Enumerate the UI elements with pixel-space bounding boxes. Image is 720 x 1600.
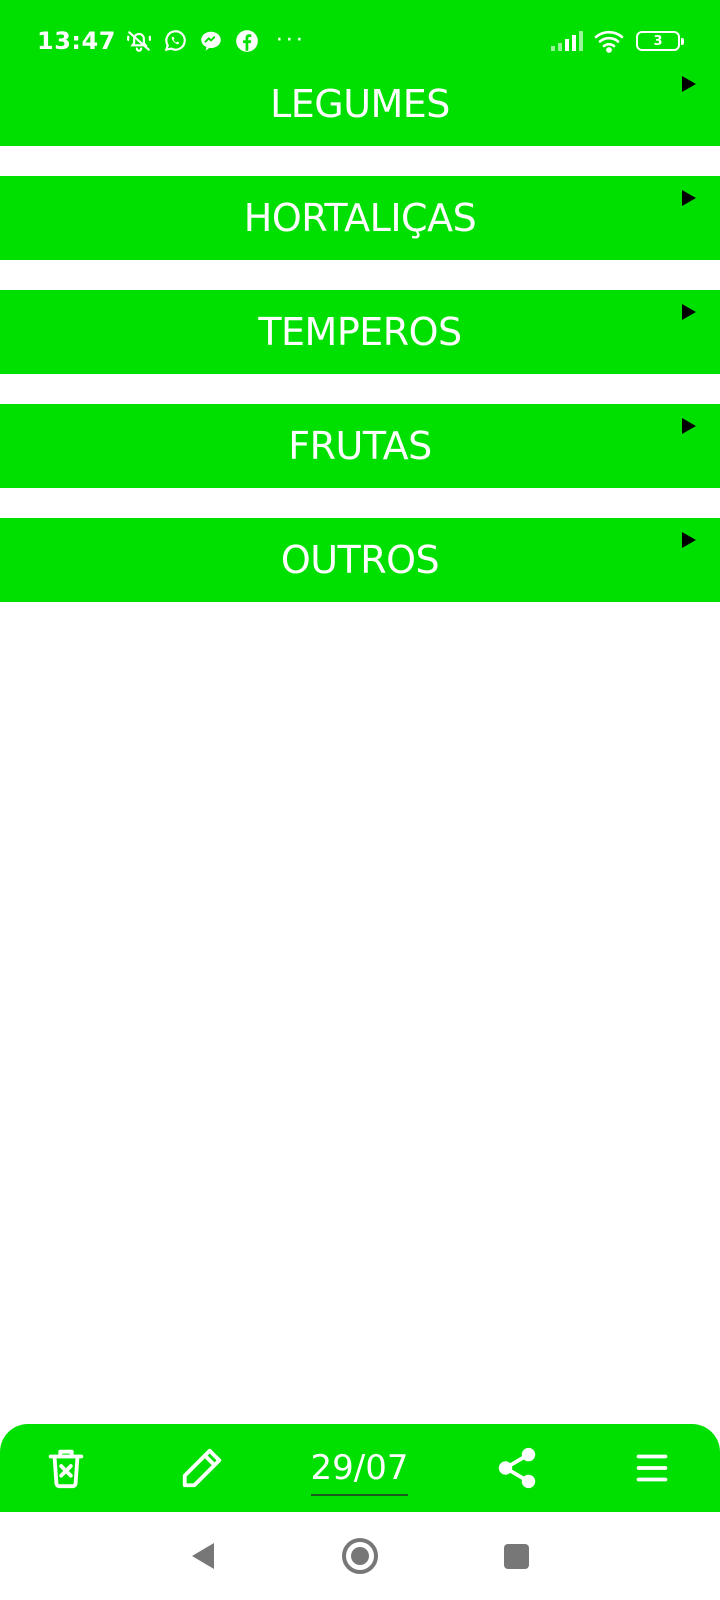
- battery-level: 3: [653, 33, 663, 49]
- trash-icon: [43, 1445, 89, 1491]
- pencil-icon: [179, 1445, 225, 1491]
- category-label: LEGUMES: [270, 82, 450, 126]
- expand-arrow-icon: [682, 190, 696, 206]
- category-label: FRUTAS: [288, 424, 432, 468]
- messenger-icon: [198, 28, 224, 54]
- share-button[interactable]: [493, 1424, 541, 1512]
- expand-arrow-icon: [682, 532, 696, 548]
- edit-button[interactable]: [178, 1424, 226, 1512]
- category-outros[interactable]: OUTROS: [0, 518, 720, 602]
- category-label: HORTALIÇAS: [243, 196, 477, 240]
- bottom-toolbar: 29/07: [0, 1424, 720, 1512]
- whatsapp-icon: [162, 28, 188, 54]
- date-value: 29/07: [310, 1448, 409, 1488]
- category-hortalicas[interactable]: HORTALIÇAS: [0, 176, 720, 260]
- more-notifications-indicator: ···: [275, 28, 306, 53]
- status-left: 13:47 ···: [37, 24, 306, 58]
- back-button[interactable]: [180, 1532, 228, 1580]
- menu-button[interactable]: [628, 1424, 676, 1512]
- share-icon: [494, 1445, 540, 1491]
- category-temperos[interactable]: TEMPEROS: [0, 290, 720, 374]
- home-icon: [342, 1538, 378, 1574]
- expand-arrow-icon: [682, 304, 696, 320]
- expand-arrow-icon: [682, 418, 696, 434]
- delete-button[interactable]: [42, 1424, 90, 1512]
- category-legumes[interactable]: LEGUMES: [0, 62, 720, 146]
- menu-icon: [629, 1445, 675, 1491]
- status-time: 13:47: [37, 27, 116, 55]
- category-label: TEMPEROS: [258, 310, 462, 354]
- recents-button[interactable]: [492, 1532, 540, 1580]
- back-icon: [192, 1543, 214, 1569]
- notifications-off-icon: [126, 28, 152, 54]
- category-label: OUTROS: [280, 538, 440, 582]
- signal-icon: [550, 28, 584, 54]
- wifi-icon: [594, 28, 626, 54]
- date-field[interactable]: 29/07: [310, 1442, 409, 1496]
- status-right: 3: [550, 24, 684, 58]
- system-nav-bar: [0, 1512, 720, 1600]
- expand-arrow-icon: [682, 76, 696, 92]
- facebook-icon: [234, 28, 260, 54]
- category-frutas[interactable]: FRUTAS: [0, 404, 720, 488]
- recents-icon: [504, 1544, 529, 1569]
- battery-icon: 3: [636, 31, 684, 51]
- home-button[interactable]: [336, 1532, 384, 1580]
